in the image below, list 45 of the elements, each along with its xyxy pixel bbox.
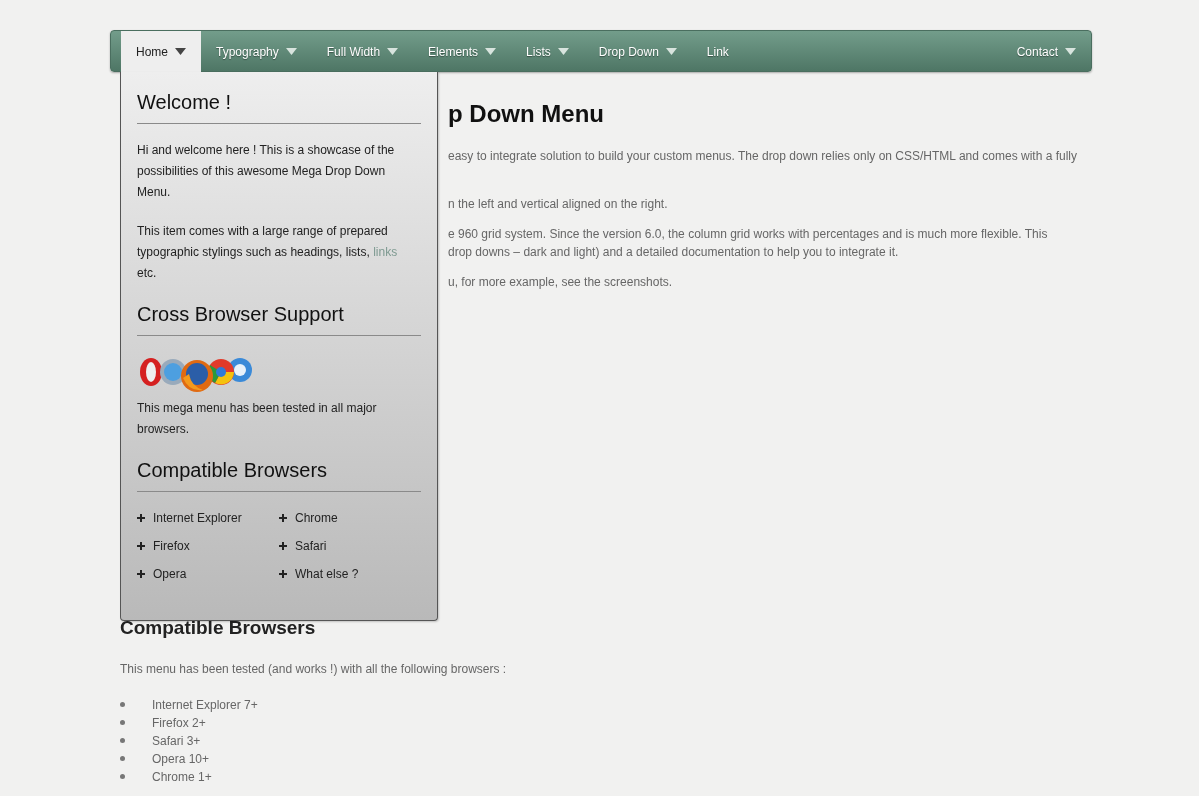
menu-heading: Compatible Browsers — [137, 458, 421, 492]
bullet-icon — [120, 738, 125, 744]
menu-heading: Cross Browser Support — [137, 302, 421, 336]
nav-tab[interactable]: Elements — [413, 31, 512, 72]
menu-paragraph: This item comes with a large range of prepared typographic stylings such as headings, lists, links etc. — [137, 223, 399, 282]
plus-icon — [137, 542, 145, 550]
body-text: easy to integrate solution to build your custom menus. The drop down relies only on CSS/HTML and comes with a fully — [448, 147, 1078, 165]
body-text: drop downs – dark and light) and a detailed documentation to help you to integrate it. — [448, 243, 900, 261]
nav-tab[interactable]: Typography — [201, 31, 312, 72]
list-item: Internet Explorer 7+ — [152, 696, 258, 714]
browser-item: Internet Explorer — [153, 510, 242, 527]
browser-item: Firefox — [153, 538, 190, 555]
browser-item: Opera — [153, 566, 187, 583]
plus-icon — [137, 570, 145, 578]
plus-icon — [279, 570, 287, 578]
body-text: n the left and vertical aligned on the right. — [448, 195, 669, 213]
list-item: Safari 3+ — [152, 732, 201, 750]
plus-icon — [279, 542, 287, 550]
menu-heading: Welcome ! — [137, 90, 421, 124]
nav-tab[interactable]: Link — [691, 31, 744, 72]
list-item: Firefox 2+ — [152, 714, 206, 732]
list-item: Opera 10+ — [152, 750, 210, 768]
nav-tab[interactable]: Full Width — [311, 31, 414, 72]
browser-item: What else ? — [295, 566, 359, 583]
section-heading: Compatible Browsers — [120, 616, 317, 640]
browser-item: Chrome — [295, 510, 338, 527]
menu-paragraph: Hi and welcome here ! This is a showcase of the possibilities of this awesome Mega Drop Down Menu. — [137, 142, 396, 201]
nav-tab[interactable]: Contact — [1001, 31, 1091, 72]
bullet-icon — [120, 702, 125, 708]
bullet-icon — [120, 756, 125, 762]
link[interactable]: links — [373, 245, 398, 259]
browser-item: Safari — [295, 538, 327, 555]
nav-tab[interactable]: Lists — [511, 31, 584, 72]
plus-icon — [137, 514, 145, 522]
plus-icon — [279, 514, 287, 522]
bullet-icon — [120, 720, 125, 726]
body-text: This menu has been tested (and works !) with all the following browsers : — [120, 660, 508, 678]
page-title: p Down Menu — [448, 99, 605, 129]
menu-paragraph: This mega menu has been tested in all major browsers. — [137, 400, 378, 438]
body-text: e 960 grid system. Since the version 6.0, the column grid works with percentages and is much more flexible. This — [448, 225, 1049, 243]
nav-tab[interactable]: Drop Down — [583, 31, 692, 72]
body-text: u, for more example, see the screenshots. — [448, 273, 674, 291]
bullet-icon — [120, 774, 125, 780]
nav-tab[interactable]: Home — [121, 31, 201, 72]
list-item: Chrome 1+ — [152, 768, 212, 786]
